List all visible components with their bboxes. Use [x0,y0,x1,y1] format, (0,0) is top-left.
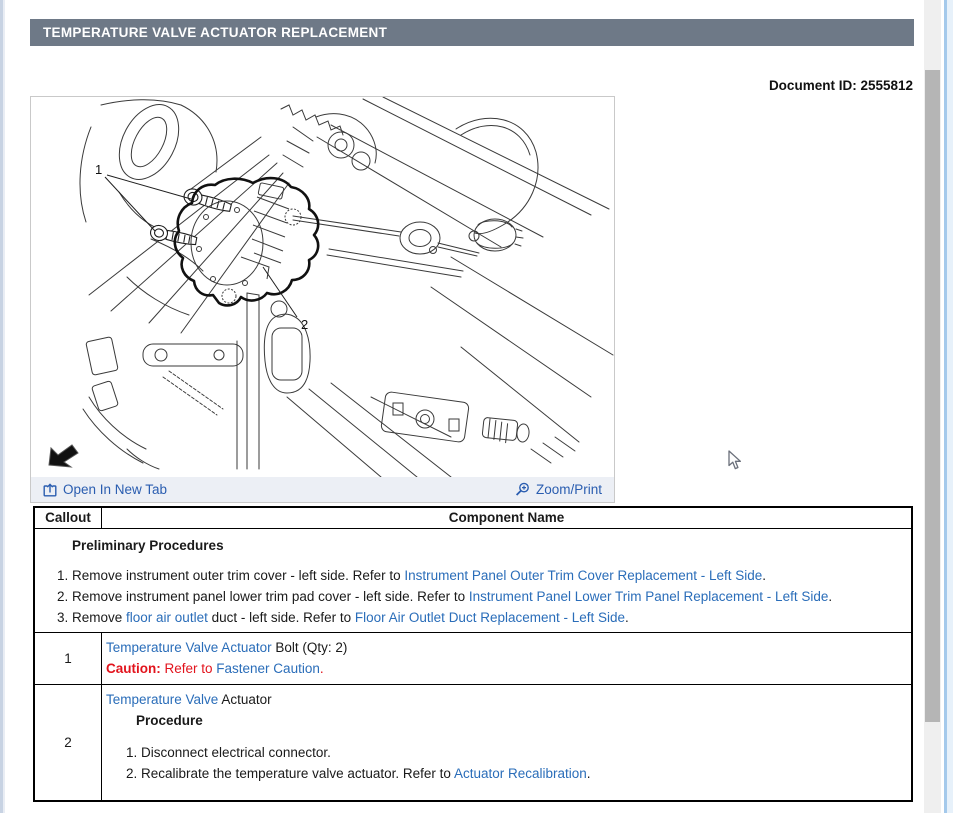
left-panel-edge-inner [3,0,5,813]
callout-cell-2: 2 [35,685,102,800]
service-document-page: TEMPERATURE VALVE ACTUATOR REPLACEMENT D… [0,0,953,813]
preliminary-procedures-title: Preliminary Procedures [35,535,911,556]
component-table: Callout Component Name Preliminary Proce… [33,506,913,802]
figure-callout-2: 2 [301,317,308,332]
link-instrument-panel-outer-trim-cover-replacement[interactable]: Instrument Panel Outer Trim Cover Replac… [404,568,762,583]
open-in-new-tab-link[interactable]: Open In New Tab [43,482,167,497]
zoom-in-icon [515,482,530,497]
scrollbar-thumb[interactable] [925,70,940,722]
open-in-new-tab-label: Open In New Tab [63,482,167,497]
component-illustration: 1 2 [31,97,614,477]
right-panel-edge-outer [947,0,953,813]
link-temperature-valve-actuator[interactable]: Temperature Valve Actuator [106,640,272,655]
procedure-step-1: 1. Disconnect electrical connector. [126,742,911,763]
link-floor-air-outlet[interactable]: floor air outlet [126,610,208,625]
callout-column-header: Callout [35,508,102,528]
page-title: TEMPERATURE VALVE ACTUATOR REPLACEMENT [43,25,387,40]
figure-panel: 1 2 Open In New Tab Zoom/Print [30,96,615,503]
figure-callout-1: 1 [95,162,102,177]
callout-cell-1: 1 [35,633,102,684]
zoom-print-label: Zoom/Print [536,482,602,497]
open-in-new-tab-icon [43,483,57,497]
scrollbar[interactable] [924,0,941,813]
table-header-row: Callout Component Name [35,508,911,529]
link-actuator-recalibration[interactable]: Actuator Recalibration [454,766,587,781]
preliminary-procedures-row: Preliminary Procedures 1. Remove instrum… [35,529,911,633]
mouse-cursor [728,450,742,471]
link-temperature-valve[interactable]: Temperature Valve [106,692,218,707]
link-floor-air-outlet-duct-replacement[interactable]: Floor Air Outlet Duct Replacement - Left… [355,610,625,625]
link-instrument-panel-lower-trim-panel-replacement[interactable]: Instrument Panel Lower Trim Panel Replac… [469,589,828,604]
zoom-print-link[interactable]: Zoom/Print [515,482,602,497]
table-row-callout-2: 2 Temperature Valve Actuator Procedure 1… [35,684,911,800]
bolt-2 [149,224,197,247]
row1-component-name: Temperature Valve Actuator Bolt (Qty: 2) [106,637,911,658]
direction-arrow-icon [49,445,78,467]
component-name-column-header: Component Name [102,508,911,528]
page-title-bar: TEMPERATURE VALVE ACTUATOR REPLACEMENT [30,19,914,46]
preliminary-step-3: 3. Remove floor air outlet duct - left s… [57,607,911,628]
preliminary-step-2: 2. Remove instrument panel lower trim pa… [57,586,911,607]
table-row-callout-1: 1 Temperature Valve Actuator Bolt (Qty: … [35,633,911,684]
row1-caution-note: Caution: Refer to Fastener Caution. [106,658,911,679]
row2-component-name: Temperature Valve Actuator [106,689,911,710]
link-fastener-caution[interactable]: Fastener Caution [216,661,320,676]
procedure-step-2: 2. Recalibrate the temperature valve act… [126,763,911,784]
figure-toolbar: Open In New Tab Zoom/Print [31,477,614,502]
procedure-title: Procedure [106,710,911,731]
document-id: Document ID: 2555812 [769,78,913,93]
preliminary-step-1: 1. Remove instrument outer trim cover - … [57,565,911,586]
